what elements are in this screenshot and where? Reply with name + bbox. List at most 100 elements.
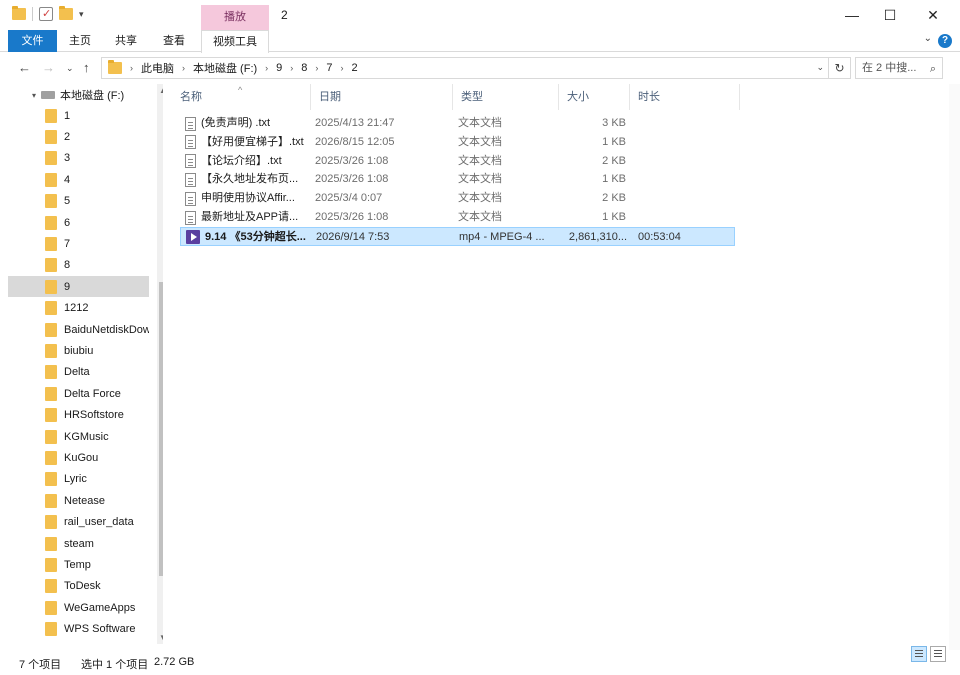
nav-item-folder[interactable]: Lyric [8, 469, 149, 490]
nav-item-label: 4 [64, 173, 71, 186]
expand-ribbon-chevron-icon[interactable]: ⌄ [924, 33, 932, 44]
nav-item-label: KuGou [64, 451, 99, 464]
navigation-pane[interactable]: ▾ 本地磁盘 (F:) 1 2 3 4 5 6 7 8 9 1212 BaiduNetdiskDow… [8, 84, 163, 650]
nav-item-folder[interactable]: 6 [8, 212, 149, 233]
properties-icon[interactable] [39, 7, 53, 21]
details-view-icon[interactable] [911, 646, 927, 662]
scroll-down-arrow-icon[interactable]: ▼ [159, 633, 163, 642]
column-header-date[interactable]: 日期 [311, 84, 453, 110]
file-date: 2025/3/26 1:08 [315, 173, 389, 186]
nav-item-folder[interactable]: KuGou [8, 447, 149, 468]
nav-item-folder[interactable]: rail_user_data [8, 512, 149, 533]
nav-item-folder[interactable]: HRSoftstore [8, 405, 149, 426]
nav-item-folder[interactable]: KGMusic [8, 426, 149, 447]
nav-item-folder[interactable]: biubiu [8, 340, 149, 361]
tab-video-tools[interactable]: 视频工具 [201, 30, 269, 53]
tab-file[interactable]: 文件 [8, 30, 57, 52]
maximize-button[interactable]: ☐ [867, 5, 913, 25]
column-header-size[interactable]: 大小 [559, 84, 630, 110]
collapse-chevron-icon[interactable]: ▾ [32, 91, 36, 100]
breadcrumb-folder-7[interactable]: 7 [326, 62, 332, 74]
help-button[interactable]: ? [938, 34, 952, 48]
up-arrow-icon[interactable]: ↑ [83, 60, 90, 75]
nav-item-folder[interactable]: 5 [8, 191, 149, 212]
navigation-bar: ← → ⌄ ↑ › 此电脑 › 本地磁盘 (F:) › 9 › 8 › 7 › … [0, 52, 960, 84]
nav-item-folder[interactable]: 1212 [8, 298, 149, 319]
file-row[interactable]: 【好用便宜梯子】.txt 2026/8/15 12:05 文本文档 1 KB [180, 133, 735, 152]
file-size: 1 KB [602, 135, 626, 148]
file-row[interactable]: 9.14 《53分钟超长... 2026/9/14 7:53 mp4 - MPEG-… [180, 226, 735, 246]
contextual-tab-play[interactable]: 播放 [201, 5, 269, 30]
close-button[interactable]: ✕ [910, 5, 956, 25]
breadcrumb-folder-9[interactable]: 9 [276, 62, 282, 74]
nav-item-folder[interactable]: WPS Software [8, 619, 149, 640]
nav-item-label: Delta Force [64, 387, 121, 400]
nav-item-folder[interactable]: WeGameApps [8, 597, 149, 618]
search-input[interactable]: 在 2 中搜... ⌕ [855, 57, 943, 79]
tab-home[interactable]: 主页 [60, 30, 100, 52]
column-header-name[interactable]: 名称 ^ [172, 84, 311, 110]
breadcrumb-separator-icon[interactable]: › [290, 63, 293, 73]
scrollbar-thumb[interactable] [159, 282, 163, 576]
file-name-cell: 【好用便宜梯子】.txt [185, 133, 312, 152]
address-dropdown-chevron-icon[interactable]: ⌄ [816, 62, 824, 73]
file-size: 2 KB [602, 192, 626, 205]
forward-arrow-icon[interactable]: → [42, 60, 55, 75]
file-list: 名称 ^ 日期 类型 大小 时长 (免责声明) .txt 2025/4/13 21… [172, 84, 947, 650]
nav-item-folder[interactable]: Temp [8, 554, 149, 575]
txt-file-icon [185, 191, 196, 206]
breadcrumb-separator-icon[interactable]: › [130, 63, 133, 73]
breadcrumb-folder-2[interactable]: 2 [352, 62, 358, 74]
nav-item-folder[interactable]: 7 [8, 233, 149, 254]
nav-item-folder[interactable]: 2 [8, 126, 149, 147]
txt-file-icon [185, 154, 196, 169]
file-name-cell: (免责声明) .txt [185, 114, 312, 133]
nav-item-folder[interactable]: 1 [8, 105, 149, 126]
breadcrumb-folder-8[interactable]: 8 [301, 62, 307, 74]
large-icons-view-icon[interactable] [930, 646, 946, 662]
folder-icon [45, 236, 57, 251]
file-row[interactable]: 【论坛介绍】.txt 2025/3/26 1:08 文本文档 2 KB [180, 152, 735, 171]
nav-item-folder[interactable]: Delta Force [8, 383, 149, 404]
txt-file-icon [185, 210, 196, 225]
tab-view[interactable]: 查看 [154, 30, 194, 52]
column-header-duration[interactable]: 时长 [630, 84, 740, 110]
address-bar[interactable]: › 此电脑 › 本地磁盘 (F:) › 9 › 8 › 7 › 2 ⌄ [101, 57, 829, 79]
breadcrumb-drive[interactable]: 本地磁盘 (F:) [193, 60, 257, 76]
file-row[interactable]: 申明使用协议Affir... 2025/3/4 0:07 文本文档 2 KB [180, 189, 735, 208]
nav-item-folder[interactable]: BaiduNetdiskDownload [8, 319, 149, 340]
nav-item-folder[interactable]: Netease [8, 490, 149, 511]
nav-item-label: 本地磁盘 (F:) [60, 90, 125, 102]
file-type: 文本文档 [458, 154, 502, 167]
file-row[interactable]: 最新地址及APP请... 2025/3/26 1:08 文本文档 1 KB [180, 208, 735, 227]
scroll-up-arrow-icon[interactable]: ▲ [159, 86, 163, 95]
breadcrumb-this-pc[interactable]: 此电脑 [141, 60, 174, 76]
nav-item-folder[interactable]: ToDesk [8, 576, 149, 597]
nav-item-folder[interactable]: Delta [8, 362, 149, 383]
file-duration [637, 152, 727, 171]
breadcrumb-separator-icon[interactable]: › [265, 63, 268, 73]
refresh-icon[interactable]: ↻ [829, 57, 851, 79]
nav-item-folder[interactable]: 3 [8, 148, 149, 169]
file-row[interactable]: 【永久地址发布页... 2025/3/26 1:08 文本文档 1 KB [180, 170, 735, 189]
new-folder-icon[interactable] [59, 6, 73, 20]
nav-item-folder[interactable]: 9 [8, 276, 149, 298]
nav-item-drive[interactable]: ▾ 本地磁盘 (F:) [32, 87, 124, 103]
nav-item-label: KGMusic [64, 430, 109, 443]
column-header-type[interactable]: 类型 [453, 84, 559, 110]
customize-qat-chevron-icon[interactable]: ▾ [79, 9, 84, 20]
recent-locations-chevron-icon[interactable]: ⌄ [66, 63, 74, 74]
breadcrumb-separator-icon[interactable]: › [182, 63, 185, 73]
nav-scrollbar[interactable]: ▲ ▼ [157, 84, 163, 644]
breadcrumb-separator-icon[interactable]: › [315, 63, 318, 73]
tab-share[interactable]: 共享 [106, 30, 146, 52]
breadcrumb-separator-icon[interactable]: › [341, 63, 344, 73]
file-duration [637, 170, 727, 189]
nav-item-label: 1 [64, 109, 71, 122]
file-row[interactable]: (免责声明) .txt 2025/4/13 21:47 文本文档 3 KB [180, 114, 735, 133]
nav-item-label: Netease [64, 494, 105, 507]
nav-item-folder[interactable]: 8 [8, 255, 149, 276]
nav-item-folder[interactable]: steam [8, 533, 149, 554]
nav-item-folder[interactable]: 4 [8, 169, 149, 190]
back-arrow-icon[interactable]: ← [18, 60, 31, 75]
